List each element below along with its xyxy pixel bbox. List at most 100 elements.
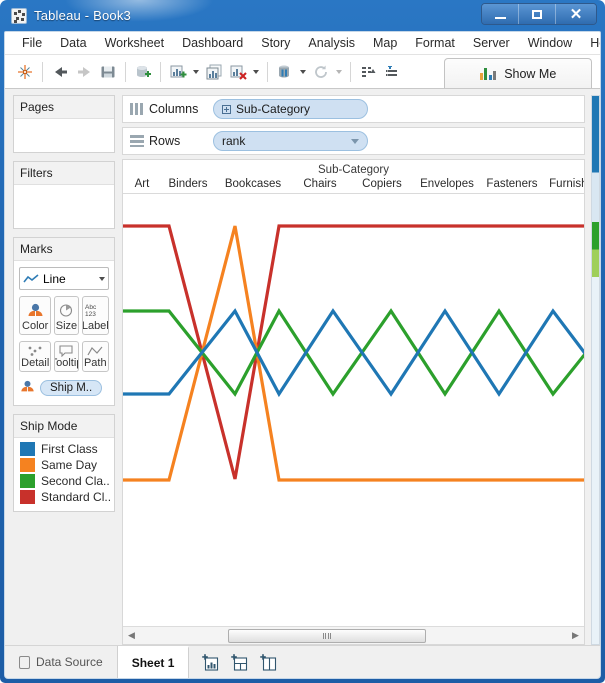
menu-story[interactable]: Story <box>252 33 299 53</box>
new-worksheet-dropdown-icon[interactable] <box>190 60 202 84</box>
show-me-label: Show Me <box>504 67 556 81</box>
color-legend-strip[interactable] <box>591 95 600 645</box>
rows-pill-label: rank <box>222 134 245 148</box>
refresh-icon[interactable] <box>309 60 333 84</box>
plot-area[interactable] <box>123 194 584 626</box>
series-line-same-day <box>123 226 584 480</box>
category-axis-header: Art Binders Bookcases Chairs Copiers Env… <box>123 178 584 194</box>
cat-label-chairs: Chairs <box>289 178 351 190</box>
new-worksheet-icon[interactable] <box>166 60 190 84</box>
tableau-window: Tableau - Book3 ✕ File Data Worksheet Da… <box>0 0 605 683</box>
tab-data-source[interactable]: Data Source <box>5 646 118 678</box>
legend-item[interactable]: Standard Cl.. <box>20 489 109 505</box>
detail-icon <box>27 345 43 357</box>
menu-map[interactable]: Map <box>364 33 406 53</box>
columns-shelf[interactable]: Columns Sub-Category <box>122 95 585 123</box>
columns-icon <box>130 103 144 115</box>
workspace: Pages Filters Marks Line <box>5 89 600 645</box>
toolbar: Show Me <box>5 55 600 89</box>
menu-analysis[interactable]: Analysis <box>299 33 364 53</box>
legend-label-same-day: Same Day <box>41 458 97 472</box>
marks-size-button[interactable]: Size <box>54 296 78 335</box>
data-source-label: Data Source <box>36 655 103 669</box>
clear-sheet-dropdown-icon[interactable] <box>250 60 262 84</box>
totals-icon[interactable] <box>380 60 404 84</box>
filters-drop-zone[interactable] <box>14 185 114 229</box>
sort-ascending-icon[interactable] <box>356 60 380 84</box>
filters-card-title: Filters <box>14 162 114 185</box>
clear-sheet-icon[interactable] <box>226 60 250 84</box>
undo-icon[interactable] <box>48 60 72 84</box>
tableau-home-icon[interactable] <box>13 60 37 84</box>
ship-mode-legend-card: Ship Mode First Class Same Day Second <box>13 414 115 512</box>
show-me-button[interactable]: Show Me <box>444 58 592 88</box>
scroll-right-arrow-icon[interactable]: ▶ <box>567 630 584 641</box>
marks-buttons-row-2: Detail Tooltip <box>19 341 109 372</box>
menu-worksheet[interactable]: Worksheet <box>96 33 174 53</box>
pages-card: Pages <box>13 95 115 153</box>
swap-dropdown-icon[interactable] <box>297 60 309 84</box>
expand-plus-icon[interactable] <box>222 105 231 114</box>
save-icon[interactable] <box>96 60 120 84</box>
cat-label-bookcases: Bookcases <box>217 178 289 190</box>
menu-dashboard[interactable]: Dashboard <box>173 33 252 53</box>
refresh-dropdown-icon[interactable] <box>333 60 345 84</box>
menu-file[interactable]: File <box>13 33 51 53</box>
scrollbar-track[interactable] <box>140 628 567 644</box>
cat-label-fasteners: Fasteners <box>481 178 543 190</box>
line-mark-icon <box>23 273 39 285</box>
mark-type-label: Line <box>43 272 95 286</box>
close-button[interactable]: ✕ <box>556 4 596 24</box>
legend-swatch-standard-class <box>20 490 35 504</box>
legend-item[interactable]: Second Cla.. <box>20 473 109 489</box>
client-area: File Data Worksheet Dashboard Story Anal… <box>4 31 601 679</box>
cat-label-art: Art <box>125 178 159 190</box>
minimize-button[interactable] <box>482 4 519 24</box>
marks-color-button[interactable]: Color <box>19 296 51 335</box>
duplicate-sheet-icon[interactable] <box>202 60 226 84</box>
new-data-source-icon[interactable] <box>131 60 155 84</box>
marks-tooltip-button[interactable]: Tooltip <box>54 341 78 372</box>
redo-icon[interactable] <box>72 60 96 84</box>
columns-pill-sub-category[interactable]: Sub-Category <box>213 99 368 119</box>
window-title: Tableau - Book3 <box>34 8 131 23</box>
tab-sheet-1[interactable]: Sheet 1 <box>118 646 190 678</box>
menu-help[interactable]: Help <box>581 33 601 53</box>
tableau-logo-icon <box>11 8 27 24</box>
menu-data[interactable]: Data <box>51 33 95 53</box>
rows-shelf-label: Rows <box>149 134 213 148</box>
rows-pill-rank[interactable]: rank <box>213 131 368 151</box>
pages-drop-zone[interactable] <box>14 119 114 153</box>
marks-buttons-row-1: Color Size <box>19 296 109 335</box>
rows-shelf[interactable]: Rows rank <box>122 127 585 155</box>
new-story-icon[interactable] <box>259 653 278 672</box>
marks-detail-label: Detail <box>21 357 49 369</box>
new-dashboard-icon[interactable] <box>230 653 249 672</box>
mark-type-dropdown[interactable]: Line <box>19 267 109 290</box>
columns-shelf-label: Columns <box>149 102 213 116</box>
legend-swatch-second-class <box>20 474 35 488</box>
cat-label-copiers: Copiers <box>351 178 413 190</box>
menu-window[interactable]: Window <box>519 33 581 53</box>
menu-format[interactable]: Format <box>406 33 464 53</box>
marks-ship-mode-pill[interactable]: Ship M.. <box>40 380 102 396</box>
maximize-button[interactable] <box>519 4 556 24</box>
new-worksheet-icon[interactable] <box>201 653 220 672</box>
horizontal-scrollbar[interactable]: ◀ ▶ <box>123 626 584 644</box>
series-line-first-class <box>123 311 584 394</box>
legend-item[interactable]: First Class <box>20 441 109 457</box>
scrollbar-thumb[interactable] <box>228 629 426 643</box>
legend-title: Ship Mode <box>14 415 114 438</box>
chevron-down-icon <box>99 277 105 281</box>
marks-detail-button[interactable]: Detail <box>19 341 51 372</box>
color-encoding-icon <box>19 379 36 397</box>
chevron-down-icon[interactable] <box>351 139 359 144</box>
marks-path-button[interactable]: Path <box>82 341 109 372</box>
legend-item[interactable]: Same Day <box>20 457 109 473</box>
swap-rows-columns-icon[interactable] <box>273 60 297 84</box>
marks-label-button[interactable]: Abc 123 Label <box>82 296 109 335</box>
menu-server[interactable]: Server <box>464 33 519 53</box>
label-icon: Abc 123 <box>84 300 106 320</box>
bar-chart-icon <box>480 68 497 80</box>
scroll-left-arrow-icon[interactable]: ◀ <box>123 630 140 641</box>
